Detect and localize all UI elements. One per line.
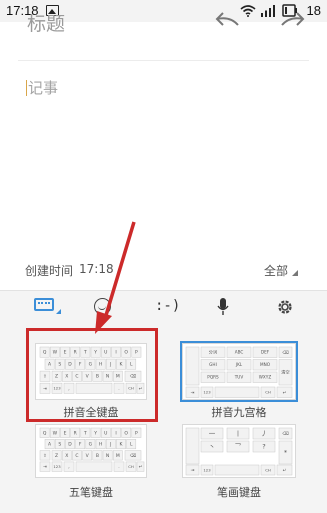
wubi-thumb-graphic: Q W E R T Y U I O PA S D F G H J K L⇧ Z X C V B N M ⌫⇥ 123,. CH ↵	[39, 427, 145, 472]
thumb-key-label: N	[106, 453, 109, 459]
thumb-key-label: CH	[265, 467, 271, 472]
thumb-key-label: H	[99, 442, 102, 448]
annotation-highlight-box	[26, 328, 158, 422]
thumb-key-label: Y	[93, 430, 97, 436]
stroke-keyboard-thumb[interactable]: 一 丨 丿丶 乛? ⌫ * ⇥ 123 CH ↵	[182, 424, 296, 478]
thumb-key-label: J	[109, 442, 111, 448]
thumb-key-label: ?	[262, 443, 265, 451]
enter-key-icon: ↵	[283, 469, 287, 474]
undo-icon[interactable]	[214, 8, 242, 32]
delete-key-icon: ⌫	[281, 431, 288, 437]
thumb-key-label: Q	[43, 430, 47, 436]
thumb-key-label: X	[65, 453, 68, 459]
thumb-key-label: T	[83, 430, 87, 436]
keyboard-option-label[interactable]: 笔画键盘	[179, 484, 299, 500]
shift-key-icon: ⇧	[43, 453, 47, 459]
thumb-key-label: 乛	[235, 443, 242, 451]
thumb-key-label: B	[96, 453, 99, 459]
microphone-icon[interactable]	[217, 297, 229, 317]
keyboard-icon[interactable]	[34, 298, 54, 311]
thumb-key-label: C	[75, 453, 78, 459]
battery-level: 18	[306, 3, 321, 18]
thumb-key-label: 123	[203, 467, 211, 472]
redo-icon[interactable]	[278, 8, 306, 32]
bottom-strip	[0, 503, 327, 513]
thumb-key-label: 丶	[209, 443, 216, 451]
thumb-key-label: *	[284, 450, 287, 457]
thumb-key-label: W	[53, 430, 58, 436]
wubi-keyboard-thumb[interactable]: Q W E R T Y U I O P A S D F G H J K L ⇧ Z X C V B N M ⌫ ⇥ 123,. CH ↵	[35, 424, 147, 478]
thumb-key-label: ,	[68, 465, 69, 470]
thumb-key-label: I	[115, 430, 116, 436]
thumb-key	[185, 427, 200, 465]
selected-keyboard-frame	[180, 341, 298, 402]
corner-caret-icon[interactable]	[292, 270, 298, 276]
title-input[interactable]: 标题	[27, 9, 65, 36]
thumb-key	[214, 464, 260, 476]
thumb-key-label: 丨	[235, 430, 242, 438]
title-divider	[18, 60, 309, 61]
stroke-thumb-graphic: 一 丨 丿丶 乛 ? ⌫ * ⇥ 123 CH ↵	[185, 427, 293, 476]
created-label: 创建时间	[25, 264, 74, 278]
thumb-key-label: 丿	[261, 430, 268, 438]
keyboard-switch-caret-icon[interactable]	[56, 309, 61, 314]
thumb-key-label: F	[79, 442, 82, 448]
thumb-key-label: .	[118, 465, 119, 470]
thumb-key-label: O	[124, 430, 128, 436]
thumb-key-label: D	[68, 442, 72, 448]
thumb-key-label: 123	[53, 464, 61, 469]
signal-icon	[261, 5, 275, 17]
thumb-key-label: P	[135, 430, 138, 436]
delete-key-icon: ⌫	[129, 453, 136, 459]
text-cursor	[26, 80, 27, 96]
tab-key-icon: ⇥	[43, 465, 47, 470]
thumb-key-label: R	[74, 430, 77, 436]
keyboard-option-label[interactable]: 拼音九宫格	[179, 404, 299, 420]
thumb-key-label: CH	[128, 464, 134, 469]
note-body-placeholder[interactable]: 记事	[28, 77, 58, 98]
thumb-key-label: Z	[55, 453, 58, 459]
enter-key-icon: ↵	[139, 465, 143, 470]
keyboard-option-label[interactable]: 五笔键盘	[31, 484, 151, 500]
thumb-key-label: U	[104, 430, 107, 436]
created-time: 17:18	[79, 262, 114, 276]
emoticon-button[interactable]: :-)	[155, 298, 180, 314]
thumb-key-label: G	[89, 442, 93, 448]
thumb-key-label: E	[64, 430, 67, 436]
category-filter[interactable]: 全部	[264, 262, 288, 279]
thumb-key-label: 一	[209, 430, 216, 438]
tab-key-icon: ⇥	[191, 469, 195, 474]
gear-icon[interactable]	[276, 298, 294, 316]
thumb-key	[75, 461, 113, 472]
wifi-icon	[240, 5, 256, 17]
thumb-key-label: S	[58, 442, 61, 448]
thumb-key-label: M	[116, 453, 120, 459]
smiley-icon[interactable]	[94, 298, 111, 315]
